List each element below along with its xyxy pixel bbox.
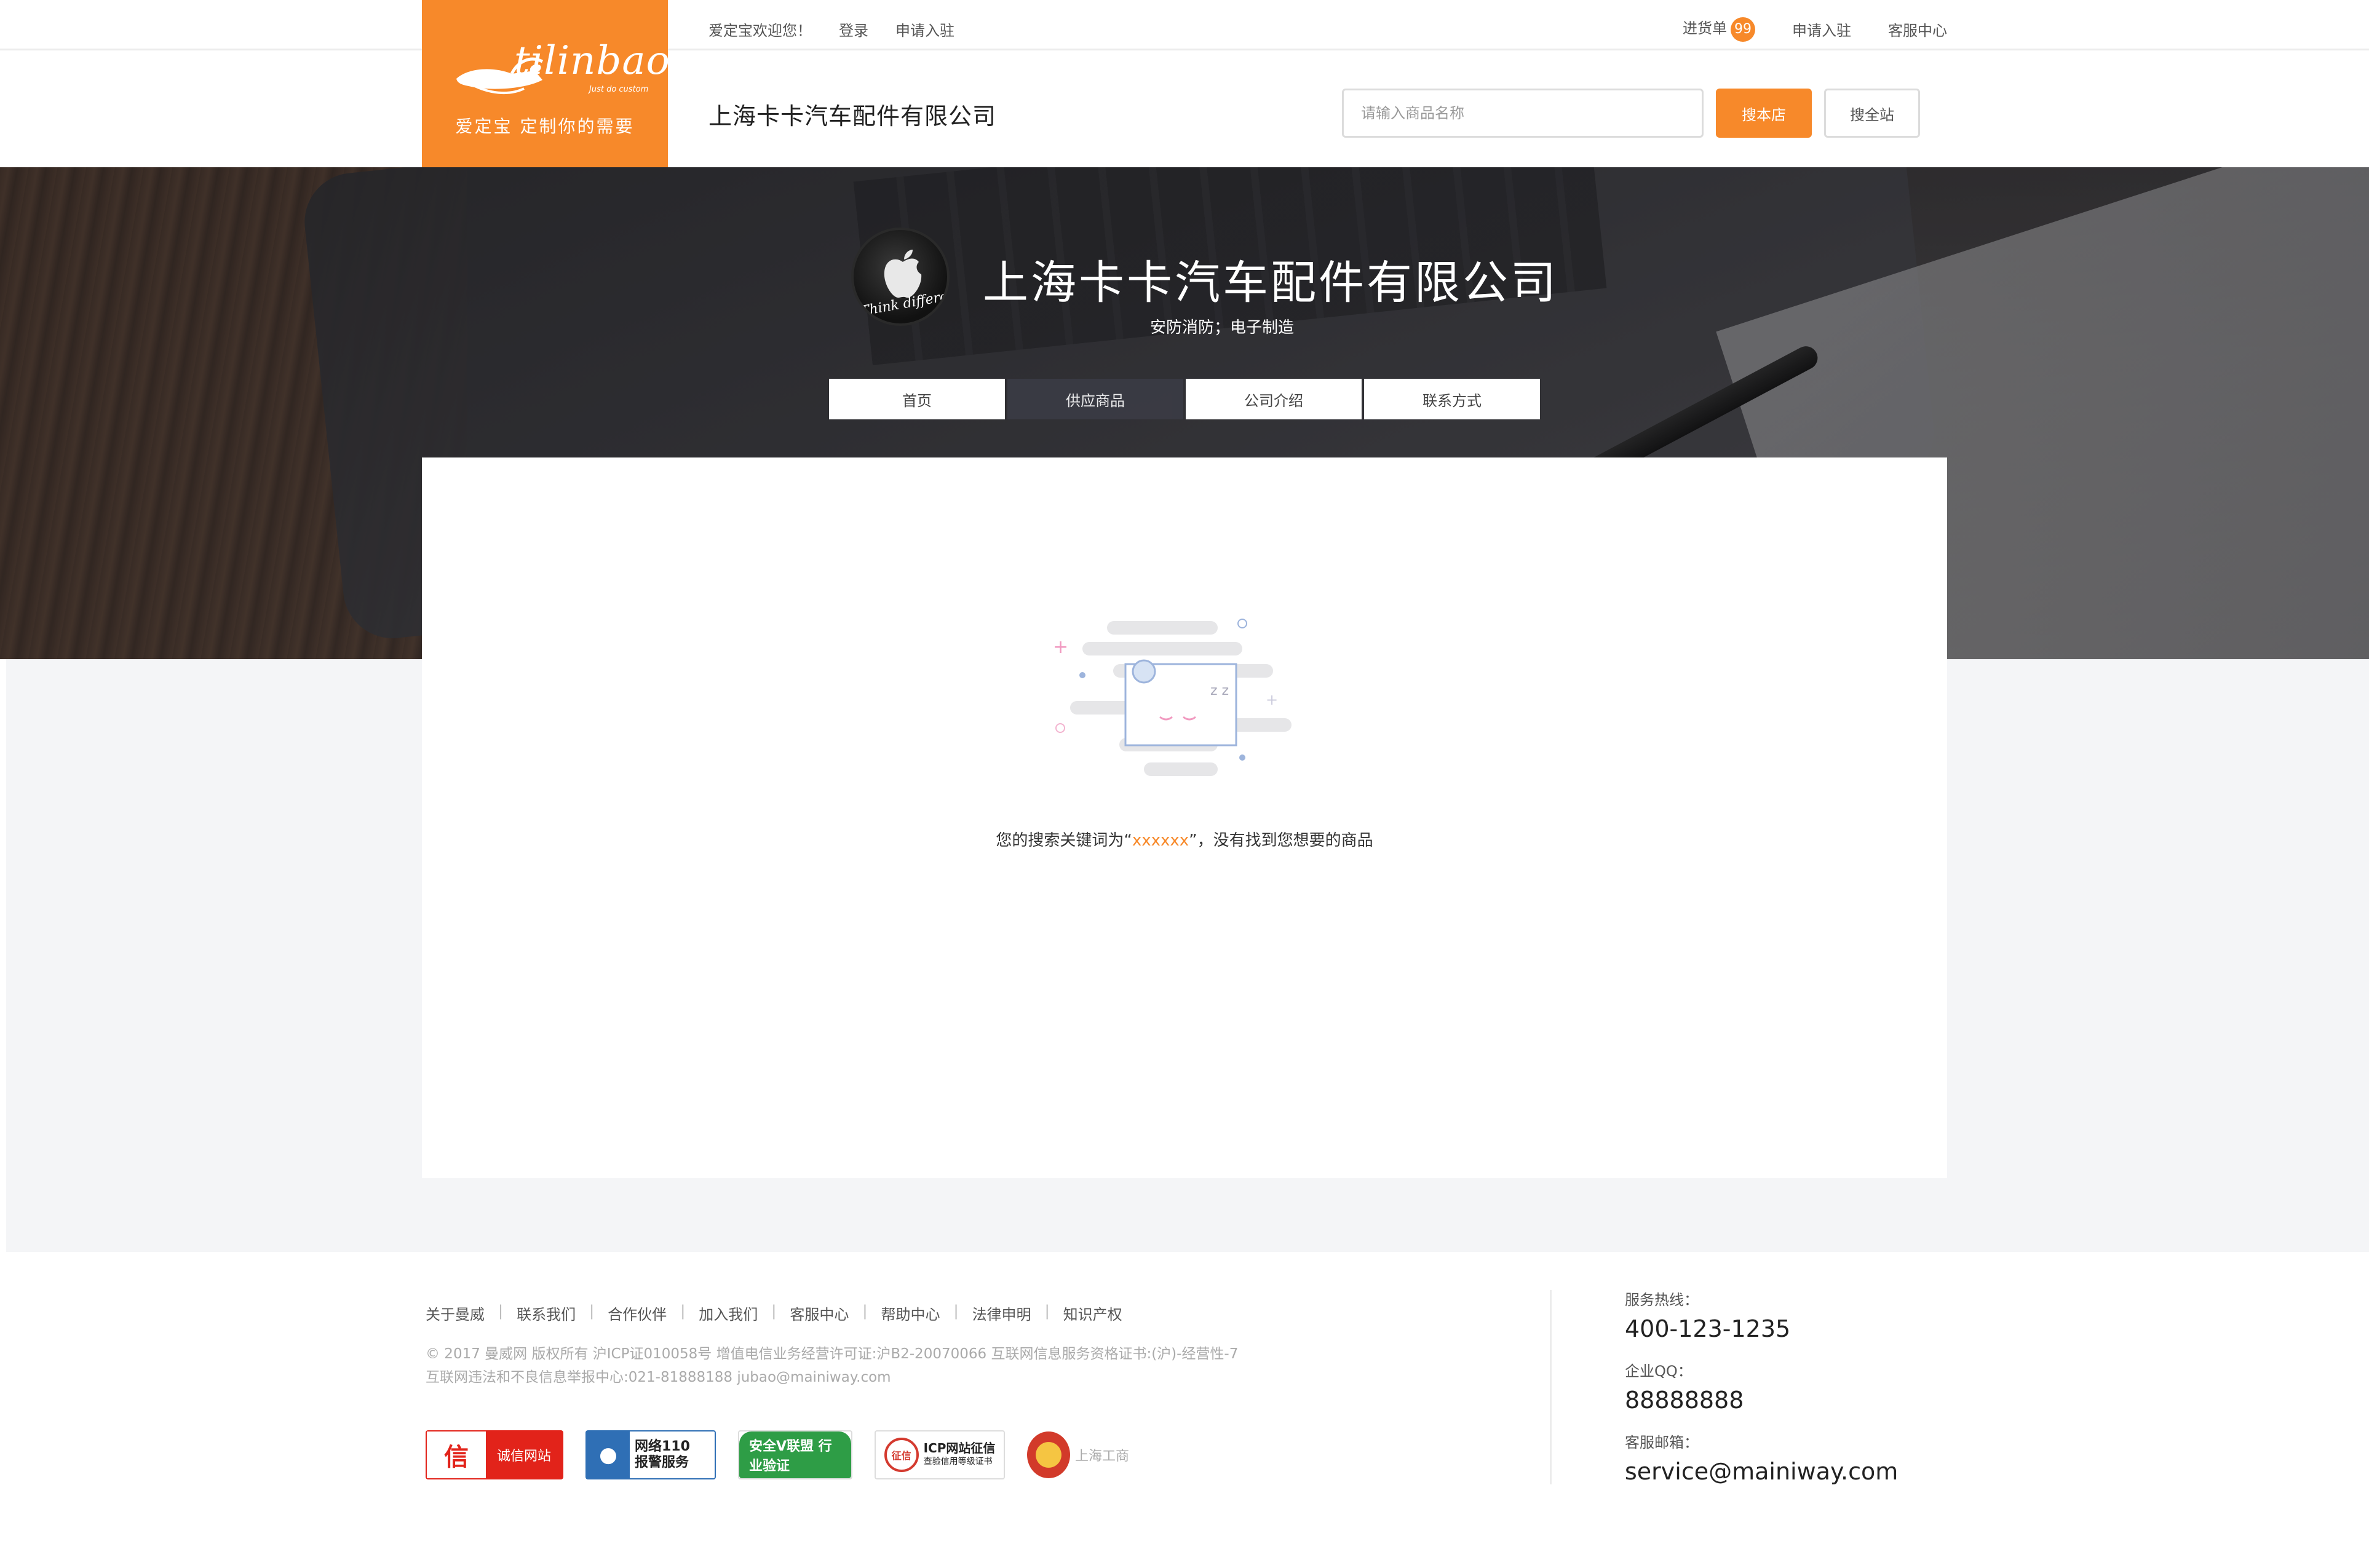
footer-link-about[interactable]: 关于曼威 xyxy=(426,1302,485,1324)
store-avatar: Think different xyxy=(851,228,950,326)
svg-text:z z: z z xyxy=(1210,683,1229,699)
cart-label: 进货单 xyxy=(1683,20,1727,37)
icp-badge-line2: 查验信用等级证书 xyxy=(923,1457,993,1467)
icp-badge-text: ICP网站征信 查验信用等级证书 xyxy=(924,1441,996,1468)
search-keyword: xxxxxx xyxy=(1132,831,1189,850)
qq-label: 企业QQ： xyxy=(1625,1363,1692,1380)
logo-slogan: 爱定宝 定制你的需要 xyxy=(455,116,635,137)
tab-home[interactable]: 首页 xyxy=(829,379,1005,419)
email-label: 客服邮箱： xyxy=(1625,1434,1699,1451)
apply-right-link[interactable]: 申请入驻 xyxy=(1792,18,1851,40)
search-all-button[interactable]: 搜全站 xyxy=(1824,89,1920,138)
footer-sep: | xyxy=(862,1302,868,1320)
hotline-block: 服务热线： 400-123-1235 xyxy=(1625,1288,1790,1342)
hotline-value: 400-123-1235 xyxy=(1625,1315,1791,1342)
search-store-button[interactable]: 搜本店 xyxy=(1716,89,1812,138)
credit-badge-label: 诚信网站 xyxy=(486,1431,562,1478)
police-badge-text: 网络110 报警服务 xyxy=(630,1439,715,1471)
cart-link[interactable]: 进货单 99 xyxy=(1683,16,1755,42)
tab-company-intro[interactable]: 公司介绍 xyxy=(1186,379,1362,419)
footer-sep: | xyxy=(953,1302,959,1320)
report-text: 互联网违法和不良信息举报中心:021-81888188 jubao@mainiw… xyxy=(426,1369,891,1385)
top-left-links: 爱定宝欢迎您！ 登录 申请入驻 xyxy=(708,18,954,40)
footer-link-contact[interactable]: 联系我们 xyxy=(517,1302,576,1324)
footer-link-legal[interactable]: 法律申明 xyxy=(972,1302,1031,1324)
top-right-links: 进货单 99 申请入驻 客服中心 xyxy=(1683,16,1947,42)
site-logo[interactable]: tilinbao Just do custom 爱定宝 定制你的需要 xyxy=(422,0,670,167)
brand-small-tagline: Just do custom xyxy=(589,85,649,94)
svg-text:+: + xyxy=(1266,691,1278,708)
footer-divider xyxy=(1550,1290,1552,1484)
icp-credit-badge[interactable]: 征信 ICP网站征信 查验信用等级证书 xyxy=(875,1430,1005,1479)
copyright-text: © 2017 曼威网 版权所有 沪ICP证010058号 增值电信业务经营许可证… xyxy=(426,1346,1239,1362)
store-title: 上海卡卡汽车配件有限公司 xyxy=(983,256,1558,309)
footer-link-join[interactable]: 加入我们 xyxy=(699,1302,758,1324)
content-panel xyxy=(422,457,1947,1178)
footer-sep: | xyxy=(771,1302,777,1320)
empty-result-illustration: z z + + xyxy=(1053,619,1292,776)
icp-badge-line1: ICP网站征信 xyxy=(923,1441,996,1455)
footer-links: 关于曼威 | 联系我们 | 合作伙伴 | 加入我们 | 客服中心 | 帮助中心 | 法律申明… xyxy=(426,1302,1122,1324)
top-bar: 爱定宝欢迎您！ 登录 申请入驻 进货单 99 申请入驻 客服中心 xyxy=(0,0,2369,50)
store-category: 安防消防；电子制造 xyxy=(1150,319,1295,337)
empty-msg-prefix: 您的搜索关键词为“ xyxy=(996,831,1132,850)
tab-contact[interactable]: 联系方式 xyxy=(1364,379,1540,419)
security-alliance-label: 安全V联盟 行业验证 xyxy=(739,1431,851,1478)
national-emblem-icon xyxy=(1027,1431,1070,1478)
welcome-text: 爱定宝欢迎您！ xyxy=(708,22,812,39)
qq-value: 88888888 xyxy=(1625,1387,1744,1414)
shanghai-business-label: 上海工商 xyxy=(1075,1449,1130,1464)
service-center-link[interactable]: 客服中心 xyxy=(1888,18,1947,40)
empty-msg-suffix: ”，没有找到您想要的商品 xyxy=(1189,831,1373,850)
cart-count-badge: 99 xyxy=(1731,17,1755,42)
svg-text:+: + xyxy=(1053,636,1068,658)
email-block: 客服邮箱： service@mainiway.com xyxy=(1625,1430,1898,1485)
footer xyxy=(6,1252,2369,1559)
store-name: 上海卡卡汽车配件有限公司 xyxy=(708,103,997,130)
footer-sep: | xyxy=(1044,1302,1050,1320)
footer-sep: | xyxy=(498,1302,504,1320)
login-link[interactable]: 登录 xyxy=(839,18,868,40)
icp-seal-icon: 征信 xyxy=(884,1438,919,1472)
qq-block: 企业QQ： 88888888 xyxy=(1625,1359,1744,1414)
brand-wordmark: tilinbao xyxy=(514,38,670,84)
security-alliance-badge[interactable]: 安全V联盟 行业验证 xyxy=(738,1430,852,1479)
footer-link-service[interactable]: 客服中心 xyxy=(790,1302,849,1324)
email-value[interactable]: service@mainiway.com xyxy=(1625,1458,1898,1485)
store-nav: 首页 供应商品 公司介绍 联系方式 xyxy=(829,379,1540,419)
police-icon: ● xyxy=(587,1431,630,1478)
police-110-badge[interactable]: ● 网络110 报警服务 xyxy=(585,1430,716,1479)
empty-result-message: 您的搜索关键词为“xxxxxx”，没有找到您想要的商品 xyxy=(0,828,2369,850)
footer-link-partners[interactable]: 合作伙伴 xyxy=(608,1302,667,1324)
credit-website-badge[interactable]: 信 诚信网站 xyxy=(426,1430,563,1479)
footer-link-ip[interactable]: 知识产权 xyxy=(1063,1302,1122,1324)
search-input[interactable] xyxy=(1342,89,1704,138)
footer-sep: | xyxy=(680,1302,686,1320)
police-badge-line1: 网络110 xyxy=(635,1439,690,1454)
shanghai-business-badge[interactable]: 上海工商 xyxy=(1027,1430,1129,1479)
police-badge-line2: 报警服务 xyxy=(635,1455,689,1470)
credit-icon: 信 xyxy=(427,1431,486,1478)
footer-link-help[interactable]: 帮助中心 xyxy=(881,1302,940,1324)
hotline-label: 服务热线： xyxy=(1625,1291,1699,1309)
footer-sep: | xyxy=(589,1302,595,1320)
tab-products[interactable]: 供应商品 xyxy=(1007,379,1183,419)
trust-badges: 信 诚信网站 ● 网络110 报警服务 安全V联盟 行业验证 征信 ICP网站征… xyxy=(426,1430,1129,1479)
apply-link[interactable]: 申请入驻 xyxy=(895,18,954,40)
